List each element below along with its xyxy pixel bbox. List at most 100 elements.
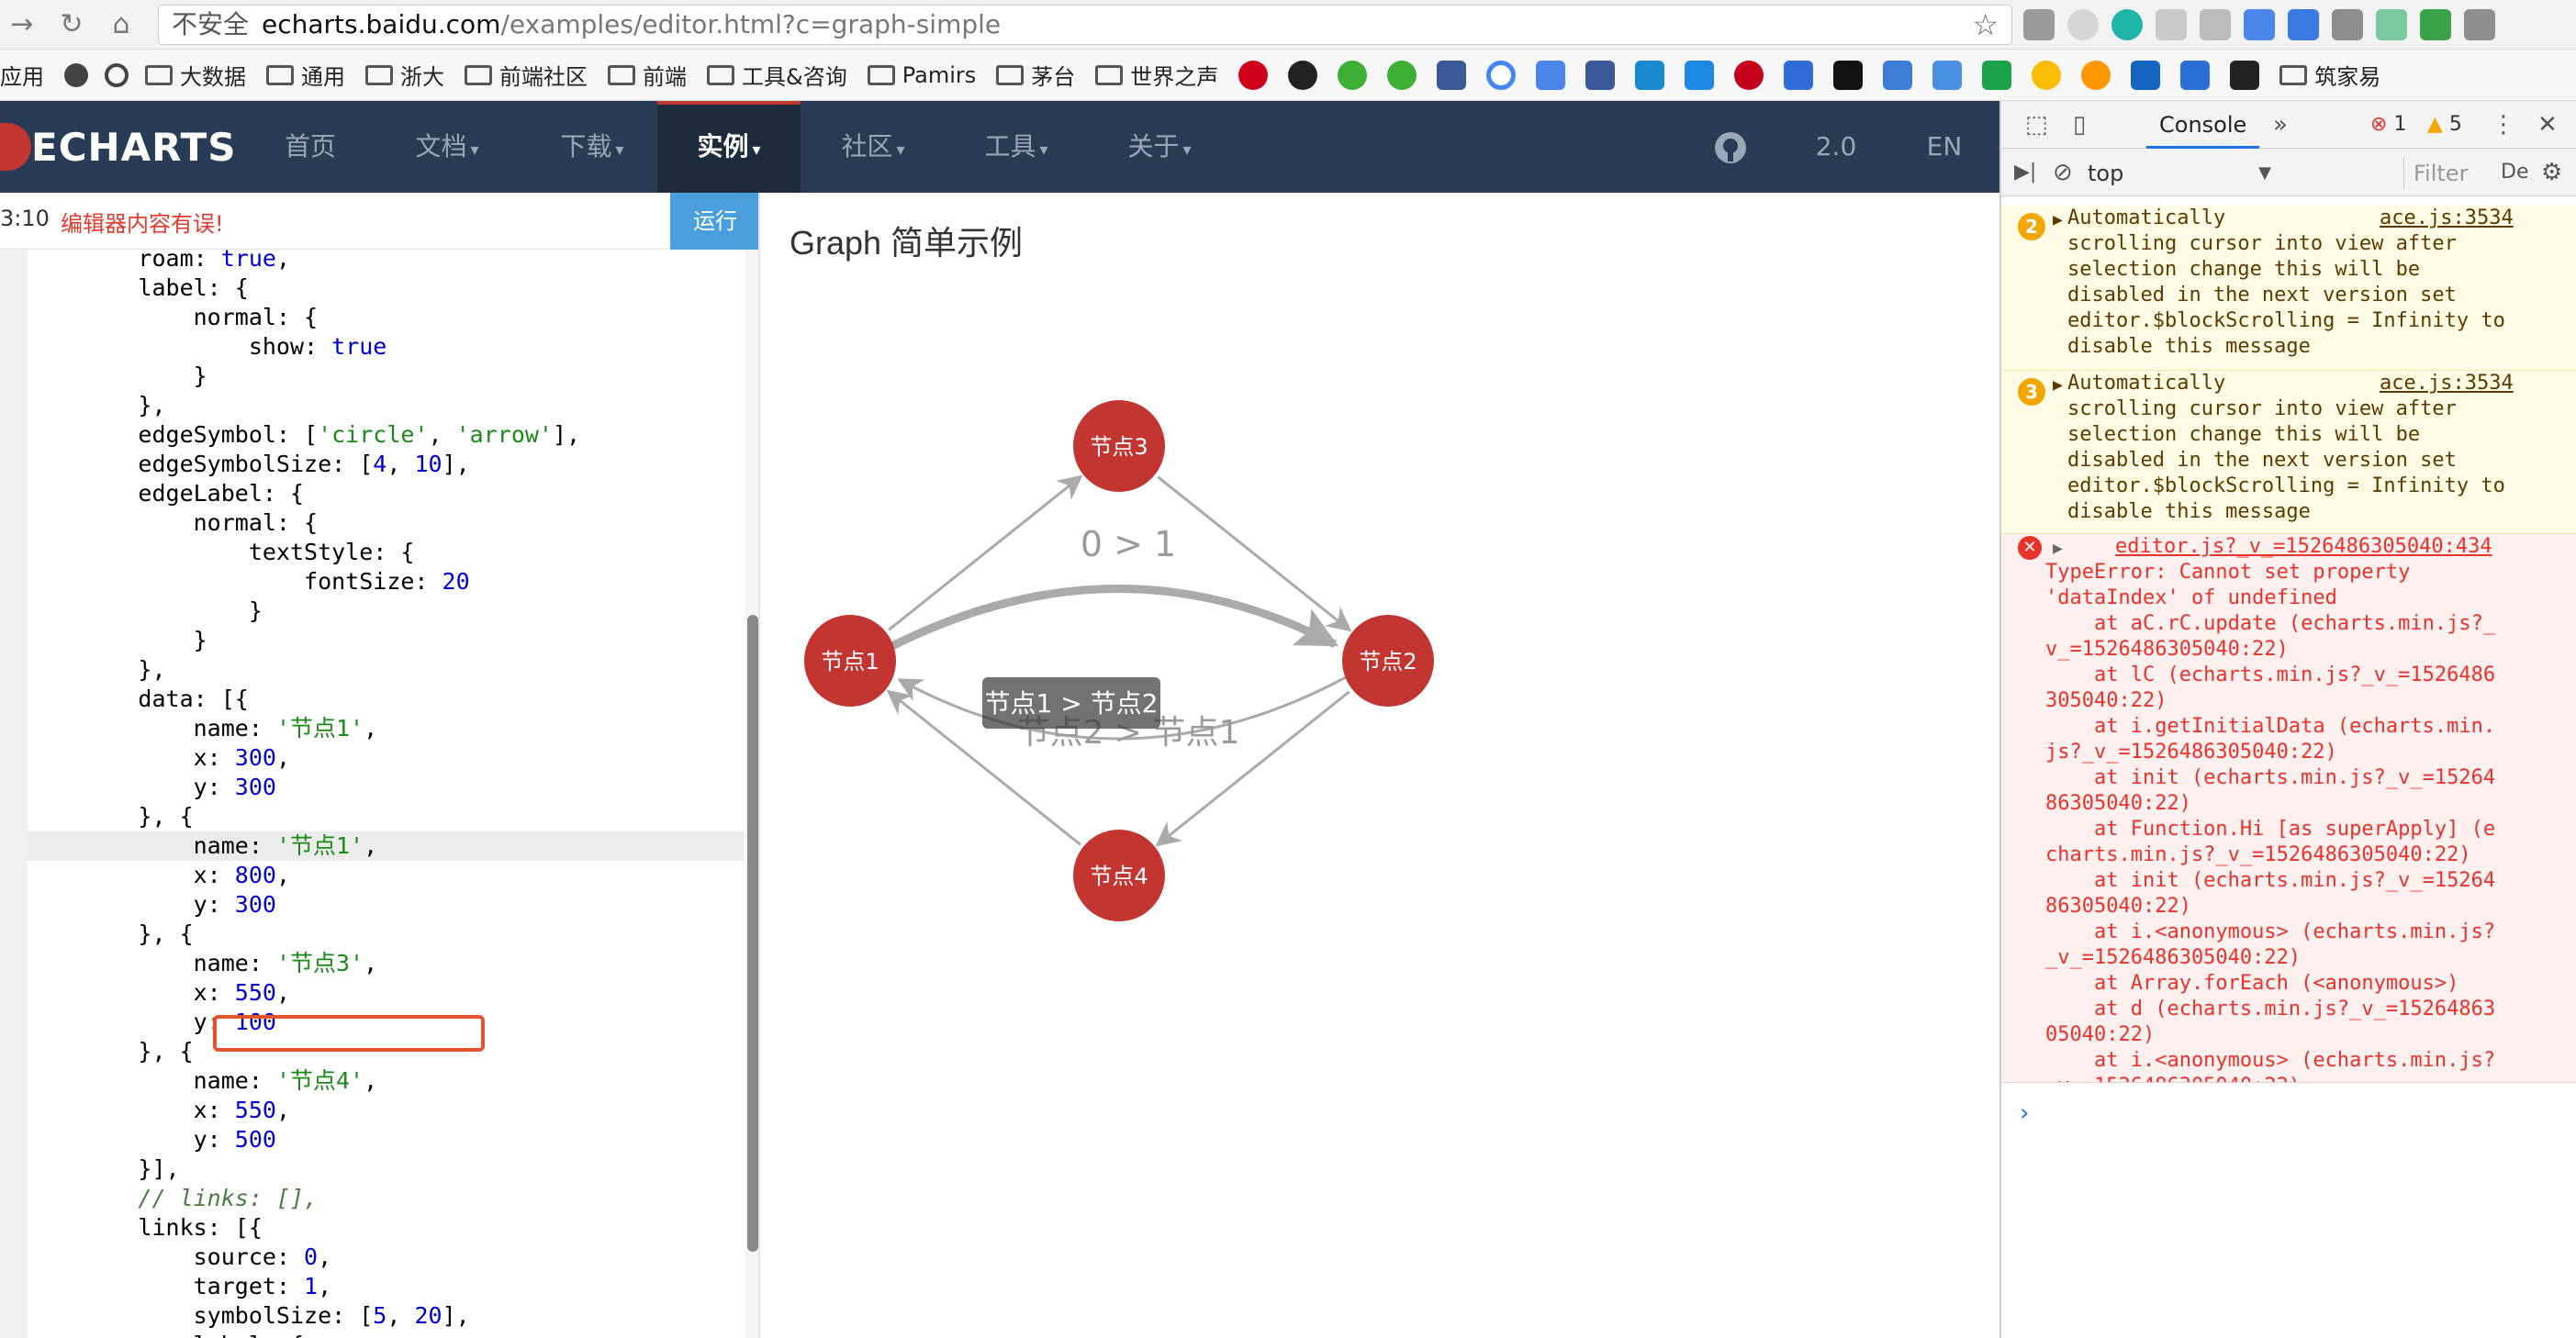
code-line[interactable]: } bbox=[28, 626, 744, 655]
console-warning[interactable]: 2 ▶ ace.js:3534 Automatically scrolling … bbox=[2001, 206, 2576, 371]
bookmark-apps[interactable]: 应用 bbox=[0, 50, 44, 100]
bookmark-favicon[interactable] bbox=[1982, 60, 2012, 90]
nav-download[interactable]: 下载 ▾ bbox=[542, 101, 643, 193]
code-line[interactable]: x: 550, bbox=[28, 978, 744, 1008]
facebook-icon[interactable] bbox=[1437, 60, 1467, 90]
code-line[interactable]: y: 300 bbox=[28, 890, 744, 920]
code-line[interactable]: normal: { bbox=[28, 303, 744, 332]
bookmark-folder[interactable]: Pamirs bbox=[867, 50, 976, 100]
code-line[interactable]: normal: { bbox=[28, 508, 744, 538]
bookmark-folder[interactable]: 浙大 bbox=[365, 50, 444, 100]
code-line[interactable]: show: true bbox=[28, 332, 744, 362]
console-warning[interactable]: 3 ▶ ace.js:3534 Automatically scrolling … bbox=[2001, 371, 2576, 534]
nav-lang[interactable]: EN bbox=[1919, 101, 1970, 193]
code-line[interactable]: label: { bbox=[28, 1331, 744, 1338]
bookmark-favicon[interactable] bbox=[1635, 60, 1665, 90]
device-toolbar-icon[interactable]: ▯ bbox=[2073, 101, 2086, 149]
filter-input[interactable]: Filter bbox=[2403, 158, 2495, 189]
code-text[interactable]: roam: true, label: { normal: { show: tru… bbox=[28, 244, 744, 1338]
code-line[interactable]: target: 1, bbox=[28, 1272, 744, 1301]
code-line[interactable]: links: [{ bbox=[28, 1213, 744, 1243]
nav-docs[interactable]: 文档 ▾ bbox=[397, 101, 498, 193]
nav-tools[interactable]: 工具 ▾ bbox=[966, 101, 1067, 193]
bookmark-favicon[interactable] bbox=[1883, 60, 1913, 90]
console-prompt-icon[interactable]: › bbox=[2020, 1099, 2029, 1127]
warning-count-icon[interactable]: ▲ 5 bbox=[2427, 101, 2462, 149]
nav-about[interactable]: 关于 ▾ bbox=[1109, 101, 1210, 193]
extension-icon[interactable] bbox=[2332, 9, 2363, 40]
extension-icon[interactable] bbox=[2200, 9, 2231, 40]
error-count-icon[interactable]: ⊗ 1 bbox=[2370, 101, 2406, 149]
bookmark-favicon[interactable] bbox=[1932, 60, 1963, 90]
bookmark-favicon[interactable] bbox=[2081, 60, 2111, 90]
code-line[interactable]: name: '节点3', bbox=[28, 949, 744, 978]
bookmark-favicon[interactable] bbox=[1833, 60, 1864, 90]
code-line[interactable]: // links: [], bbox=[28, 1184, 744, 1213]
code-line[interactable]: name: '节点4', bbox=[28, 1066, 744, 1096]
bookmark-folder[interactable]: 前端 bbox=[608, 50, 687, 100]
wechat-icon[interactable] bbox=[1338, 60, 1368, 90]
code-line[interactable]: x: 550, bbox=[28, 1096, 744, 1125]
bookmark-favicon[interactable] bbox=[1734, 60, 1764, 90]
code-line[interactable]: }, bbox=[28, 391, 744, 420]
wechat-icon[interactable] bbox=[1387, 60, 1417, 90]
bookmark-favicon[interactable] bbox=[2180, 60, 2211, 90]
code-line[interactable]: name: '节点1', bbox=[28, 831, 744, 861]
bookmark-favicon[interactable] bbox=[2131, 60, 2161, 90]
code-line[interactable]: edgeSymbolSize: [4, 10], bbox=[28, 450, 744, 479]
bookmark-folder[interactable]: 通用 bbox=[266, 50, 345, 100]
url-field[interactable]: 不安全 echarts.baidu.com/examples/editor.htm… bbox=[158, 5, 2012, 45]
log-levels-select[interactable]: De bbox=[2501, 149, 2528, 196]
kebab-menu-icon[interactable]: ⋮ bbox=[2492, 101, 2515, 149]
code-line[interactable]: data: [{ bbox=[28, 685, 744, 714]
code-line[interactable]: y: 500 bbox=[28, 1125, 744, 1154]
graph-chart[interactable]: 节点1 节点2节点3节点4 0 > 1节点2 > 节点1节点1 > 节点2 bbox=[762, 193, 1999, 1338]
code-line[interactable]: symbolSize: [5, 20], bbox=[28, 1301, 744, 1331]
refresh-bookmark-icon[interactable] bbox=[105, 62, 129, 87]
bookmark-favicon[interactable] bbox=[2032, 60, 2062, 90]
code-line[interactable]: label: { bbox=[28, 273, 744, 303]
code-line[interactable]: x: 800, bbox=[28, 861, 744, 890]
graph-edge-curved[interactable] bbox=[890, 585, 1338, 651]
facebook-icon[interactable] bbox=[1585, 60, 1616, 90]
extension-icon[interactable] bbox=[2464, 9, 2495, 40]
clear-console-icon[interactable]: ⊘ bbox=[2053, 149, 2073, 196]
expand-triangle-icon[interactable]: ▶ bbox=[2053, 536, 2063, 562]
extension-icon[interactable] bbox=[2376, 9, 2407, 40]
code-line[interactable]: edgeSymbol: ['circle', 'arrow'], bbox=[28, 420, 744, 450]
tab-console[interactable]: Console bbox=[2146, 101, 2260, 149]
expand-triangle-icon[interactable]: ▶ bbox=[2053, 373, 2063, 398]
console-error[interactable]: ✕ ▶ editor.js?_v_=1526486305040:434 Type… bbox=[2001, 534, 2576, 1083]
code-line[interactable]: x: 300, bbox=[28, 743, 744, 773]
bookmark-star-icon[interactable]: ☆ bbox=[1972, 6, 1999, 44]
bookmark-folder[interactable]: 世界之声 bbox=[1095, 50, 1218, 100]
code-line[interactable]: } bbox=[28, 362, 744, 391]
extension-icon[interactable] bbox=[2067, 9, 2099, 40]
extension-icon[interactable] bbox=[2156, 9, 2187, 40]
source-link[interactable]: editor.js?_v_=1526486305040:434 bbox=[2115, 534, 2492, 560]
close-icon[interactable]: ✕ bbox=[2537, 101, 2558, 149]
code-line[interactable]: textStyle: { bbox=[28, 538, 744, 567]
apple-icon[interactable] bbox=[64, 62, 88, 87]
bookmark-favicon[interactable] bbox=[2230, 60, 2260, 90]
extension-icon[interactable] bbox=[2288, 9, 2319, 40]
bookmark-folder[interactable]: 工具&咨询 bbox=[707, 50, 847, 100]
code-line[interactable]: }, bbox=[28, 655, 744, 685]
bookmark-folder[interactable]: 茅台 bbox=[996, 50, 1075, 100]
run-button[interactable]: 运行 bbox=[670, 193, 758, 250]
code-line[interactable]: } bbox=[28, 597, 744, 626]
translate-icon[interactable] bbox=[1536, 60, 1566, 90]
extension-icon[interactable] bbox=[2023, 9, 2055, 40]
more-tabs-icon[interactable]: » bbox=[2273, 101, 2288, 149]
inspect-element-icon[interactable]: ⬚ bbox=[2025, 101, 2048, 149]
code-line[interactable]: fontSize: 20 bbox=[28, 567, 744, 597]
code-line[interactable]: y: 300 bbox=[28, 773, 744, 802]
bookmark-folder[interactable]: 大数据 bbox=[145, 50, 246, 100]
expand-triangle-icon[interactable]: ▶ bbox=[2053, 207, 2063, 233]
echarts-logo[interactable]: ECHARTS bbox=[0, 123, 237, 171]
code-line[interactable]: name: '节点1', bbox=[28, 714, 744, 743]
code-line[interactable]: edgeLabel: { bbox=[28, 479, 744, 508]
code-line[interactable]: }, { bbox=[28, 802, 744, 831]
code-line[interactable]: }], bbox=[28, 1154, 744, 1184]
code-line[interactable]: }, { bbox=[28, 920, 744, 949]
